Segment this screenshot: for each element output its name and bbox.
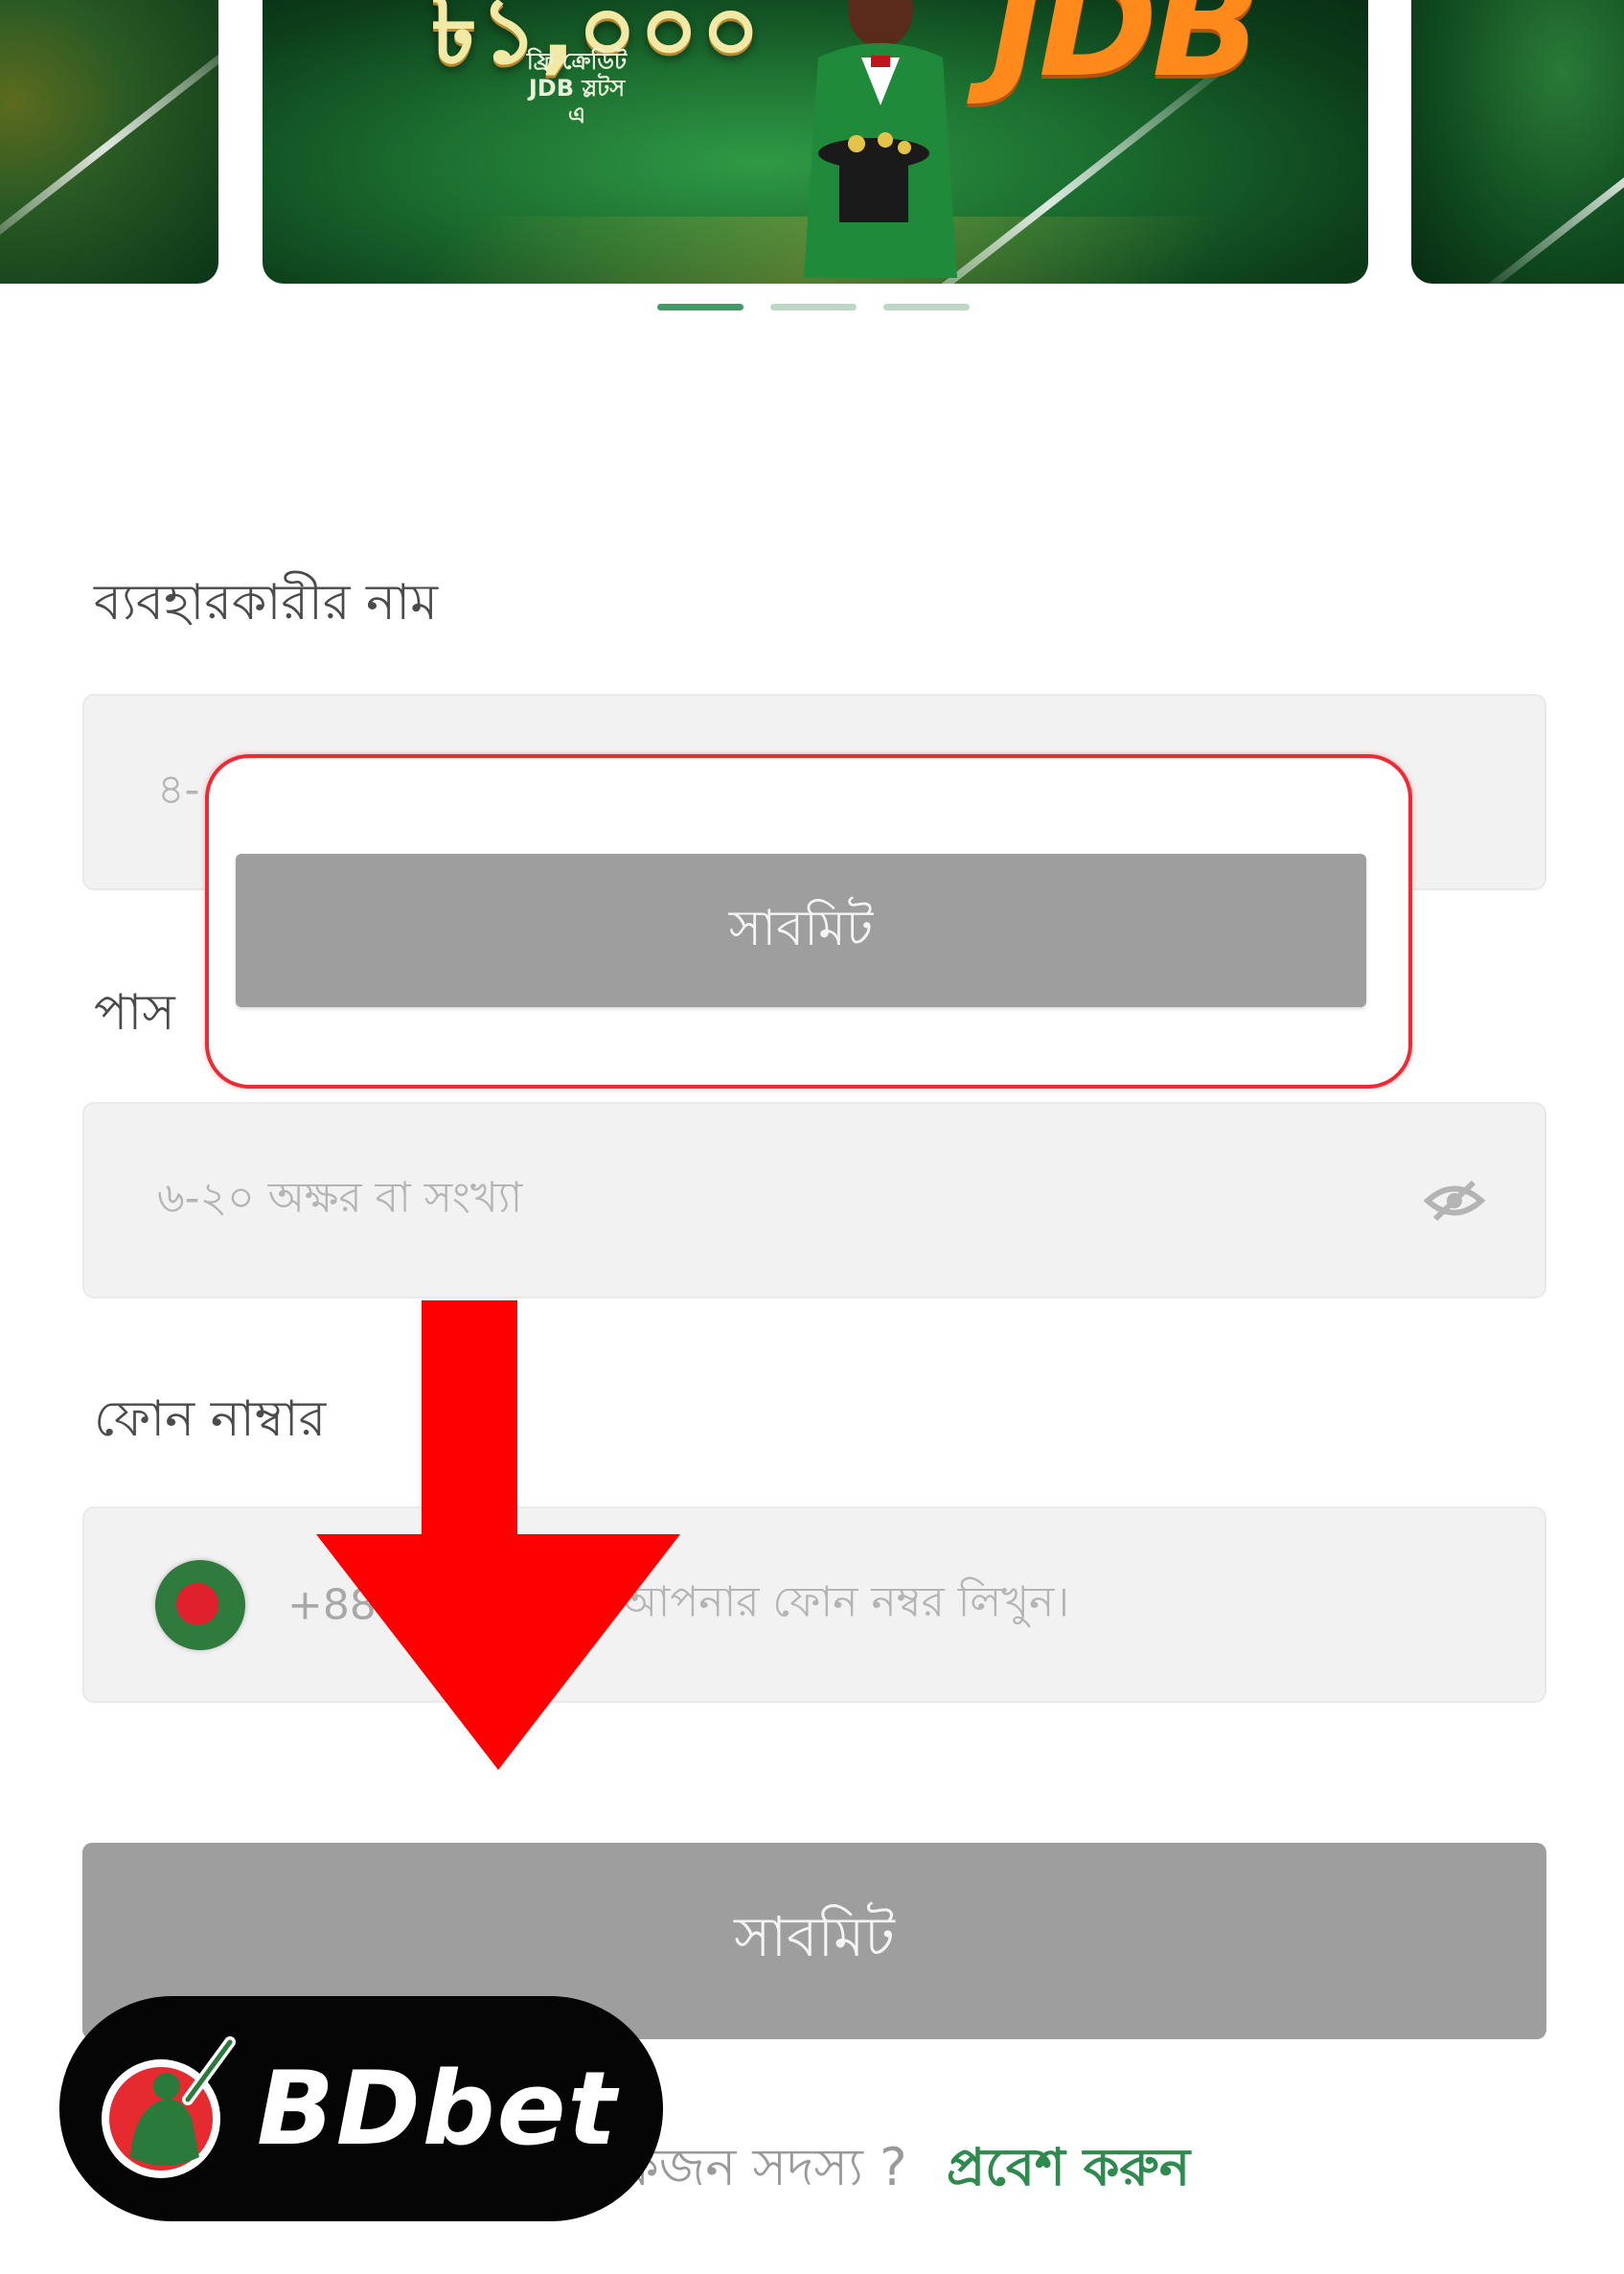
eye-off-icon[interactable] <box>1424 1177 1485 1225</box>
phone-placeholder: আপনার ফোন নম্বর লিখুন। <box>621 1577 1070 1626</box>
submit-callout: সাবমিট <box>205 754 1412 1089</box>
carousel-dot[interactable] <box>770 304 857 310</box>
banner-subtitle: ফ্রি ক্রেডিট JDB স্লটস এ <box>526 48 628 128</box>
carousel-slide-prev[interactable] <box>0 0 218 284</box>
promo-carousel[interactable]: ৳১,০০০ ফ্রি ক্রেডিট JDB স্লটস এ JDB <box>0 0 1624 310</box>
password-label: পাস <box>94 984 175 1042</box>
carousel-slide-next[interactable] <box>1411 0 1624 284</box>
username-placeholder: ৪- <box>157 765 200 814</box>
bdbet-logo: BDbet <box>59 1996 663 2221</box>
registration-page: ৳১,০০০ ফ্রি ক্রেডিট JDB স্লটস এ JDB ব্যব… <box>0 0 1624 2274</box>
callout-submit-button[interactable]: সাবমিট <box>236 854 1366 1007</box>
carousel-dot[interactable] <box>883 304 970 310</box>
arrow-down-icon <box>316 1300 680 1770</box>
banner-brand: JDB <box>991 0 1262 109</box>
carousel-dot[interactable] <box>657 304 743 310</box>
username-label: ব্যবহারকারীর নাম <box>94 574 439 632</box>
bangladesh-flag-icon[interactable] <box>155 1559 245 1650</box>
carousel-slide-current[interactable]: ৳১,০০০ ফ্রি ক্রেডিট JDB স্লটস এ JDB <box>263 0 1368 284</box>
login-prompt: কজন সদস্য ? প্রবেশ করুন <box>623 2127 1190 2214</box>
magician-figure-icon <box>804 0 957 278</box>
login-link[interactable]: প্রবেশ করুন <box>947 2137 1190 2197</box>
cricket-player-logo-icon <box>102 2036 236 2178</box>
member-question: কজন সদস্য ? <box>623 2137 907 2197</box>
password-field[interactable]: ৬-২০ অক্ষর বা সংখ্যা <box>82 1102 1546 1298</box>
phone-label: ফোন নাম্বার <box>94 1390 327 1448</box>
password-placeholder: ৬-২০ অক্ষর বা সংখ্যা <box>157 1173 523 1222</box>
carousel-indicators <box>657 304 970 310</box>
logo-text: BDbet <box>257 2050 619 2168</box>
phone-field[interactable]: +88 আপনার ফোন নম্বর লিখুন। <box>82 1506 1546 1703</box>
